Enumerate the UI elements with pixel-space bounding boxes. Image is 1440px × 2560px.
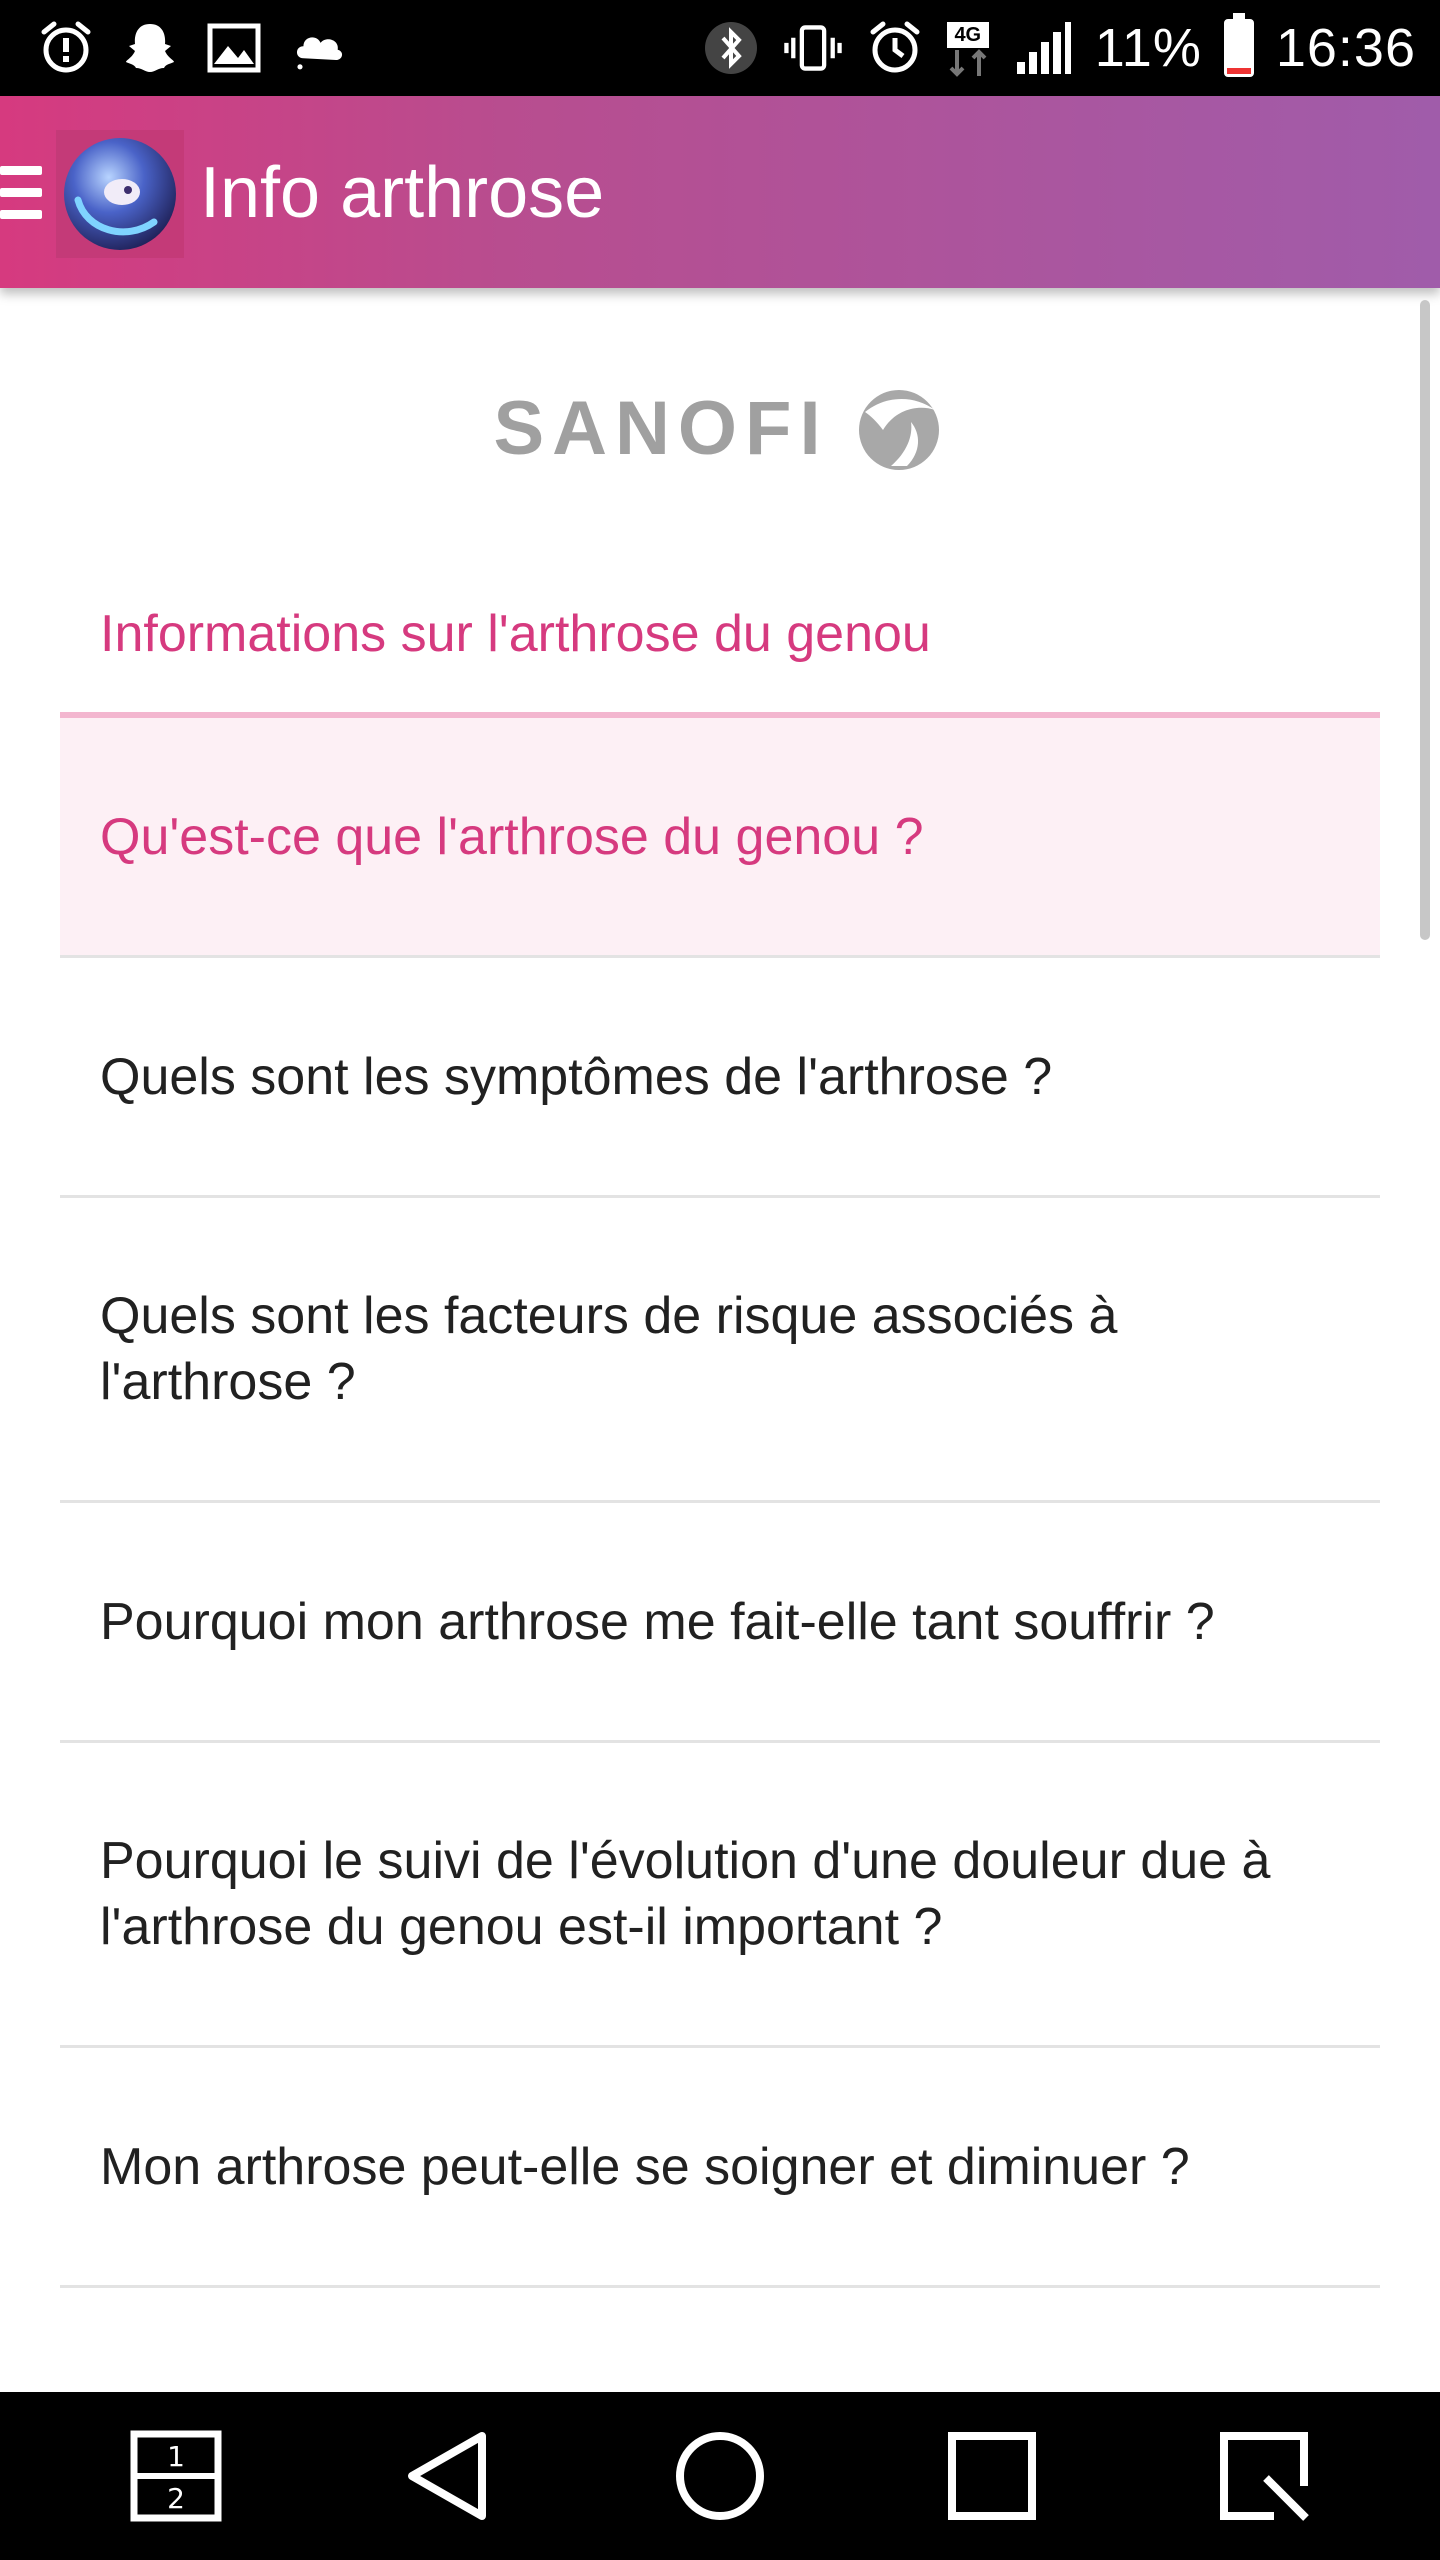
topic-label: Pourquoi mon arthrose me fait-elle tant … — [100, 1592, 1215, 1651]
topic-item[interactable]: Quels sont les facteurs de risque associ… — [60, 1198, 1380, 1503]
topic-item[interactable]: Mon arthrose peut-elle se soigner et dim… — [60, 2048, 1380, 2288]
topic-label: Qu'est-ce que l'arthrose du genou ? — [100, 807, 924, 866]
network-4g-icon: 4G — [946, 18, 991, 78]
topic-label: Pourquoi le suivi de l'évolution d'une d… — [100, 1832, 1271, 1956]
capture-icon[interactable] — [1214, 2426, 1314, 2526]
dual-window-icon[interactable]: 1 2 — [126, 2426, 226, 2526]
topic-item[interactable]: Quels sont les symptômes de l'arthrose ? — [60, 958, 1380, 1198]
topic-item[interactable]: Qu'est-ce que l'arthrose du genou ? — [60, 718, 1380, 958]
topic-item[interactable]: Pourquoi le suivi de l'évolution d'une d… — [60, 1743, 1380, 2048]
svg-text:2: 2 — [167, 2482, 185, 2515]
bluetooth-icon — [704, 22, 757, 74]
clock: 16:36 — [1275, 18, 1416, 78]
topic-label: Mon arthrose peut-elle se soigner et dim… — [100, 2137, 1190, 2196]
topic-label: Quels sont les facteurs de risque associ… — [100, 1287, 1118, 1411]
app-bar: Info arthrose — [0, 96, 1440, 288]
svg-text:1: 1 — [167, 2440, 185, 2473]
back-icon[interactable] — [398, 2426, 498, 2526]
brand-logo: SANOFI — [0, 380, 1440, 476]
menu-icon[interactable] — [0, 166, 42, 220]
signal-icon — [1016, 22, 1071, 74]
image-icon — [207, 23, 261, 73]
topic-list: Qu'est-ce que l'arthrose du genou ? Quel… — [60, 718, 1380, 2288]
vibrate-icon — [784, 25, 842, 71]
section-title: Informations sur l'arthrose du genou — [100, 605, 931, 663]
topic-item[interactable]: Pourquoi mon arthrose me fait-elle tant … — [60, 1503, 1380, 1743]
snapchat-icon — [126, 24, 174, 72]
sanofi-bird-icon — [858, 390, 939, 470]
weather-cloud-icon — [297, 37, 343, 70]
battery-icon — [1223, 13, 1254, 77]
status-bar: 4G 11% 16:36 — [0, 0, 1440, 96]
alarm-icon — [870, 21, 920, 73]
app-logo-icon[interactable] — [56, 130, 184, 258]
alarm-alert-icon — [41, 21, 91, 73]
recents-icon[interactable] — [942, 2426, 1042, 2526]
battery-percent: 11% — [1094, 18, 1202, 78]
brand-name: SANOFI — [493, 385, 829, 471]
page-title: Info arthrose — [200, 153, 605, 233]
navigation-bar: 1 2 — [0, 2392, 1440, 2560]
topic-label: Quels sont les symptômes de l'arthrose ? — [100, 1047, 1053, 1106]
home-icon[interactable] — [670, 2426, 770, 2526]
